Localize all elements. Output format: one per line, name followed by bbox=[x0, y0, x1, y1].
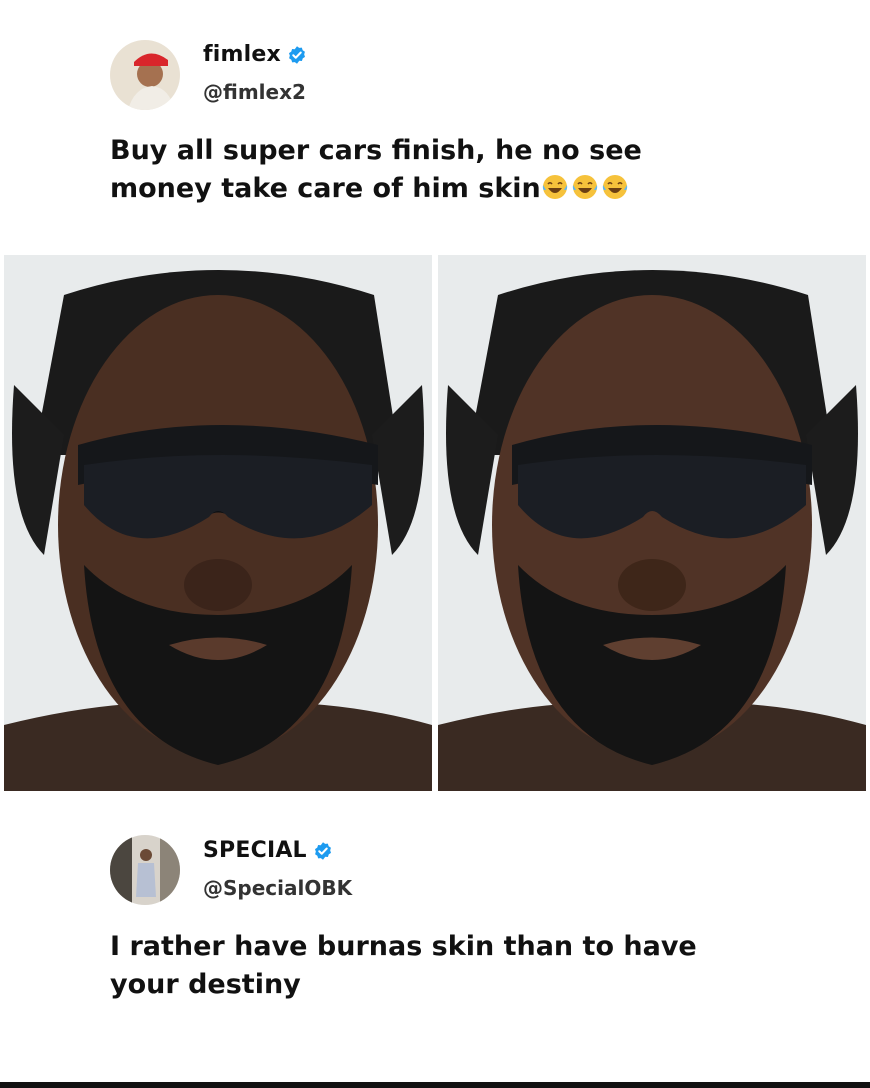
reply-text: I rather have burnas skin than to have y… bbox=[110, 928, 697, 1004]
reply-author-avatar[interactable] bbox=[110, 835, 180, 905]
verified-badge-icon bbox=[287, 45, 307, 65]
man-sunglasses-photo bbox=[4, 255, 432, 791]
tears-of-joy-icon bbox=[571, 173, 599, 201]
reply-author-handle[interactable]: @SpecialOBK bbox=[203, 876, 352, 900]
post-text-line-1: Buy all super cars finish, he no see bbox=[110, 135, 642, 166]
tears-of-joy-icon bbox=[541, 173, 569, 201]
post-text-line-2: money take care of him skin bbox=[110, 170, 642, 208]
verified-badge-icon bbox=[313, 841, 333, 861]
avatar-image bbox=[110, 40, 180, 110]
post-photo-right[interactable] bbox=[438, 255, 866, 791]
reply-author-name-row: SPECIAL bbox=[203, 838, 333, 863]
man-sunglasses-photo bbox=[438, 255, 866, 791]
avatar-image bbox=[110, 835, 180, 905]
reply-author-display-name[interactable]: SPECIAL bbox=[203, 838, 307, 863]
post-photo-left[interactable] bbox=[4, 255, 432, 791]
tears-of-joy-icon bbox=[601, 173, 629, 201]
author-handle[interactable]: @fimlex2 bbox=[203, 80, 306, 104]
author-display-name[interactable]: fimlex bbox=[203, 42, 281, 67]
author-name-row: fimlex bbox=[203, 42, 307, 67]
post-text: Buy all super cars finish, he no see mon… bbox=[110, 132, 642, 208]
bottom-border bbox=[0, 1082, 870, 1088]
emoji-group bbox=[541, 173, 629, 201]
post-text-line-2-text: money take care of him skin bbox=[110, 173, 541, 204]
post-media bbox=[4, 255, 866, 791]
reply-text-line-2: your destiny bbox=[110, 969, 301, 1000]
author-avatar[interactable] bbox=[110, 40, 180, 110]
reply-text-line-1: I rather have burnas skin than to have bbox=[110, 931, 697, 962]
